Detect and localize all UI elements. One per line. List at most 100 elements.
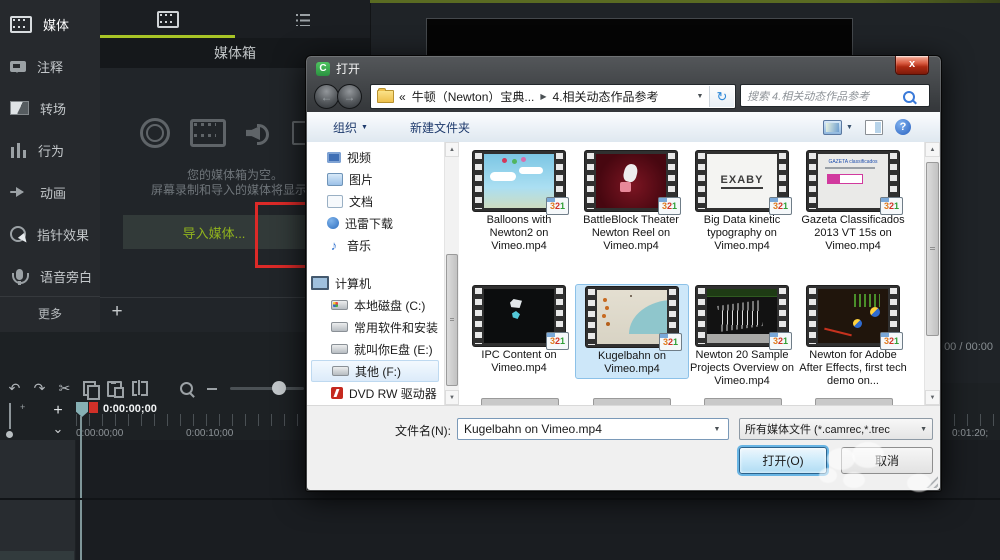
partial-thumbnail	[593, 398, 671, 405]
animation-arrow-icon	[10, 186, 29, 198]
file-item[interactable]: EXABY 321 Big Data kinetic typography on…	[688, 151, 796, 253]
film-icon	[156, 10, 179, 28]
media-player-badge: 321	[546, 332, 569, 350]
new-folder-button[interactable]: 新建文件夹	[410, 119, 470, 136]
file-item[interactable]: 321 Newton 20 Sample Projects Overview o…	[688, 286, 796, 388]
refresh-button[interactable]: ↻	[709, 86, 734, 107]
preview-pane-button[interactable]	[865, 119, 883, 135]
help-icon: ?	[895, 119, 911, 135]
tab-properties[interactable]	[235, 0, 370, 38]
paste-button[interactable]	[102, 379, 127, 399]
add-media-plus-button[interactable]: +	[105, 300, 129, 324]
sidebar-more-button[interactable]: 更多	[0, 296, 100, 329]
timeline-zoom-slider[interactable]	[230, 381, 304, 395]
nav-item-drive-d[interactable]: 常用软件和安装	[311, 316, 439, 338]
nav-item-videos[interactable]: 视频	[311, 146, 439, 168]
file-name: IPC Content on Vimeo.mp4	[481, 349, 557, 374]
scroll-up-button[interactable]: ▲	[925, 142, 940, 157]
sidebar-item-voice-narration[interactable]: 语音旁白	[0, 256, 100, 296]
sidebar-item-behaviors[interactable]: 行为	[0, 130, 100, 170]
scroll-up-button[interactable]: ▲	[445, 142, 459, 157]
file-item[interactable]: GAZETA classificados 321 Gazeta Classifi…	[799, 151, 907, 253]
timeline-ruler-right[interactable]	[941, 414, 1000, 426]
preview-pane-icon	[865, 119, 883, 135]
undo-button[interactable]: ↶	[2, 379, 27, 399]
thumbnail-image: EXABY	[707, 154, 777, 208]
back-button[interactable]: ←	[314, 84, 339, 109]
nav-item-drive-f[interactable]: 其他 (F:)	[311, 360, 439, 382]
breadcrumb-parent-folder[interactable]: 牛顿（Newton）宝典...	[412, 88, 535, 105]
dvd-drive-icon	[331, 387, 343, 399]
filename-dropdown-caret[interactable]: ▼	[710, 419, 724, 439]
add-track-button[interactable]: +	[44, 401, 72, 420]
search-input[interactable]: 搜索 4.相关动态作品参考	[740, 84, 930, 107]
file-item-selected[interactable]: 321 Kugelbahn on Vimeo.mp4	[575, 284, 689, 379]
tree-scrollbar-thumb[interactable]	[446, 254, 458, 386]
drive-icon	[331, 322, 348, 332]
breadcrumb-current-folder[interactable]: 4.相关动态作品参考	[553, 88, 659, 105]
help-button[interactable]: ?	[895, 119, 911, 135]
filename-input[interactable]: Kugelbahn on Vimeo.mp4 ▼	[457, 418, 729, 440]
nav-item-pictures[interactable]: 图片	[311, 168, 439, 190]
film-icon	[10, 15, 32, 33]
dialog-bottom-bar: 文件名(N): Kugelbahn on Vimeo.mp4 ▼ 所有媒体文件 …	[307, 405, 940, 492]
redo-button[interactable]: ↷	[27, 379, 52, 399]
nav-item-computer[interactable]: 计算机	[311, 272, 439, 294]
close-button[interactable]: x	[895, 56, 929, 75]
track-zoom-in-mini[interactable]: +	[20, 402, 25, 412]
track-height-knob[interactable]	[6, 431, 13, 438]
file-item[interactable]: 321 Balloons with Newton2 on Vimeo.mp4	[465, 151, 573, 253]
file-item[interactable]: 321 IPC Content on Vimeo.mp4	[465, 286, 573, 375]
track-height-slider[interactable]	[9, 403, 11, 429]
breadcrumb-overflow[interactable]: «	[399, 90, 406, 104]
file-list-scrollbar[interactable]: ▲ ▼	[924, 142, 940, 405]
media-player-badge: 321	[546, 197, 569, 215]
zoom-timeline-button[interactable]	[174, 379, 199, 399]
sidebar-item-transitions[interactable]: 转场	[0, 88, 100, 128]
partial-thumbnail	[815, 398, 893, 405]
pictures-icon	[327, 172, 343, 186]
timeline-ruler[interactable]	[76, 414, 306, 426]
playhead-line[interactable]	[80, 416, 82, 560]
organize-menu-button[interactable]: 组织 ▼	[333, 119, 368, 136]
forward-button[interactable]: →	[337, 84, 362, 109]
nav-item-drive-c[interactable]: 本地磁盘 (C:)	[311, 294, 439, 316]
sidebar-item-cursor-effects[interactable]: 指针效果	[0, 214, 100, 254]
file-item[interactable]: 321 BattleBlock Theater Newton Reel on V…	[577, 151, 685, 253]
open-button[interactable]: 打开(O)	[739, 447, 827, 474]
behaviors-icon	[10, 142, 27, 158]
nav-item-music[interactable]: ♪ 音乐	[311, 234, 439, 256]
nav-item-documents[interactable]: 文档	[311, 190, 439, 212]
file-name: BattleBlock Theater Newton Reel on Vimeo…	[583, 214, 679, 252]
file-item[interactable]: 321 Newton for Adobe After Effects, firs…	[799, 286, 907, 388]
track-height-tools[interactable]: +	[4, 400, 44, 440]
filetype-dropdown[interactable]: 所有媒体文件 (*.camrec,*.trec ▼	[739, 418, 933, 440]
track-header-column	[0, 440, 75, 560]
zoom-out-button[interactable]	[199, 379, 224, 399]
nav-item-thunder-downloads[interactable]: 迅雷下载	[311, 212, 439, 234]
scroll-down-button[interactable]: ▼	[445, 390, 459, 405]
split-button[interactable]	[127, 379, 152, 399]
list-scrollbar-thumb[interactable]	[926, 162, 939, 336]
address-bar[interactable]: « 牛顿（Newton）宝典... ▶ 4.相关动态作品参考 ▼ ↻	[370, 84, 736, 109]
nav-item-drive-e[interactable]: 就叫你E盘 (E:)	[311, 338, 439, 360]
sidebar-item-annotations[interactable]: 注释	[0, 46, 100, 86]
file-name: Kugelbahn on Vimeo.mp4	[598, 350, 666, 375]
search-icon	[903, 91, 915, 103]
record-icon	[140, 118, 170, 148]
address-dropdown-caret[interactable]: ▼	[692, 85, 708, 108]
nav-item-dvd-drive[interactable]: DVD RW 驱动器	[311, 382, 439, 404]
tab-media-bin[interactable]	[100, 0, 235, 38]
change-view-button[interactable]: ▼	[823, 119, 853, 135]
sidebar-item-animations[interactable]: 动画	[0, 172, 100, 212]
zoom-slider-knob[interactable]	[272, 381, 286, 395]
playhead-out-handle[interactable]	[89, 402, 98, 413]
tree-scrollbar[interactable]: ▲ ▼	[444, 142, 459, 405]
video-thumbnail: GAZETA classificados 321	[807, 151, 903, 215]
scroll-down-button[interactable]: ▼	[925, 390, 940, 405]
cut-button[interactable]: ✂	[52, 379, 77, 399]
copy-button[interactable]	[77, 379, 102, 400]
split-icon	[131, 380, 148, 396]
sidebar-item-media[interactable]: 媒体	[0, 4, 100, 44]
collapse-tracks-button[interactable]: ⌄	[44, 419, 72, 438]
